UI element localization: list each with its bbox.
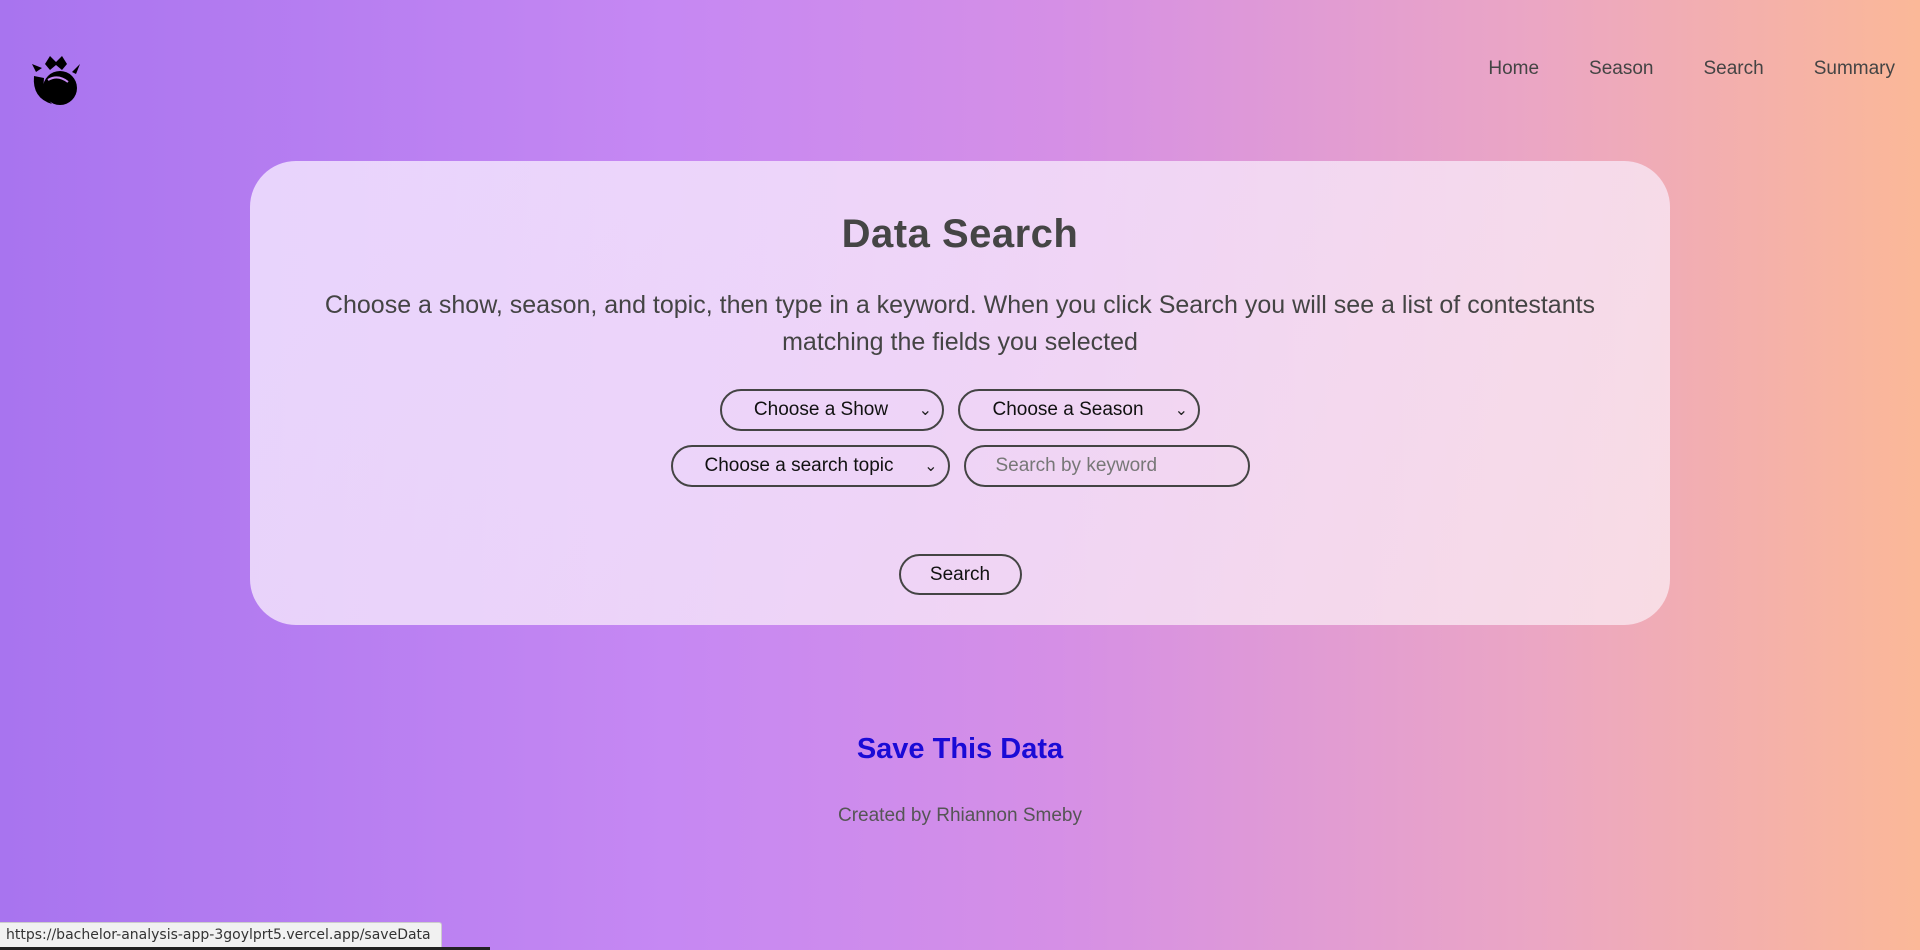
rose-icon[interactable] [28,54,84,108]
nav-search[interactable]: Search [1704,58,1764,80]
main-nav: Home Season Search Summary [1438,58,1920,80]
credit-text: Created by Rhiannon Smeby [838,805,1082,826]
nav-home[interactable]: Home [1488,58,1539,80]
nav-summary[interactable]: Summary [1814,58,1895,80]
select-row: Choose a Show ⌄ Choose a Season ⌄ [250,389,1670,431]
nav-season[interactable]: Season [1589,58,1653,80]
show-select[interactable]: Choose a Show ⌄ [720,389,944,431]
season-select[interactable]: Choose a Season ⌄ [958,389,1200,431]
save-data-link[interactable]: Save This Data [0,733,1920,766]
topic-select[interactable]: Choose a search topic ⌄ [670,445,950,487]
topic-select-value: Choose a search topic [704,455,894,476]
chevron-down-icon: ⌄ [918,402,932,419]
season-select-value: Choose a Season [992,399,1144,420]
chevron-down-icon: ⌄ [924,458,938,475]
show-select-value: Choose a Show [753,399,889,420]
page-title: Data Search [841,212,1079,256]
header: Home Season Search Summary [0,0,1920,140]
search-card: Data Search Choose a show, season, and t… [250,161,1670,625]
chevron-down-icon: ⌄ [1174,402,1188,419]
keyword-input[interactable] [963,445,1250,487]
search-description: Choose a show, season, and topic, then t… [324,291,1596,356]
status-bar-url: https://bachelor-analysis-app-3goylprt5.… [0,922,442,947]
search-button[interactable]: Search [898,554,1022,595]
keyword-row: Choose a search topic ⌄ [250,445,1670,487]
